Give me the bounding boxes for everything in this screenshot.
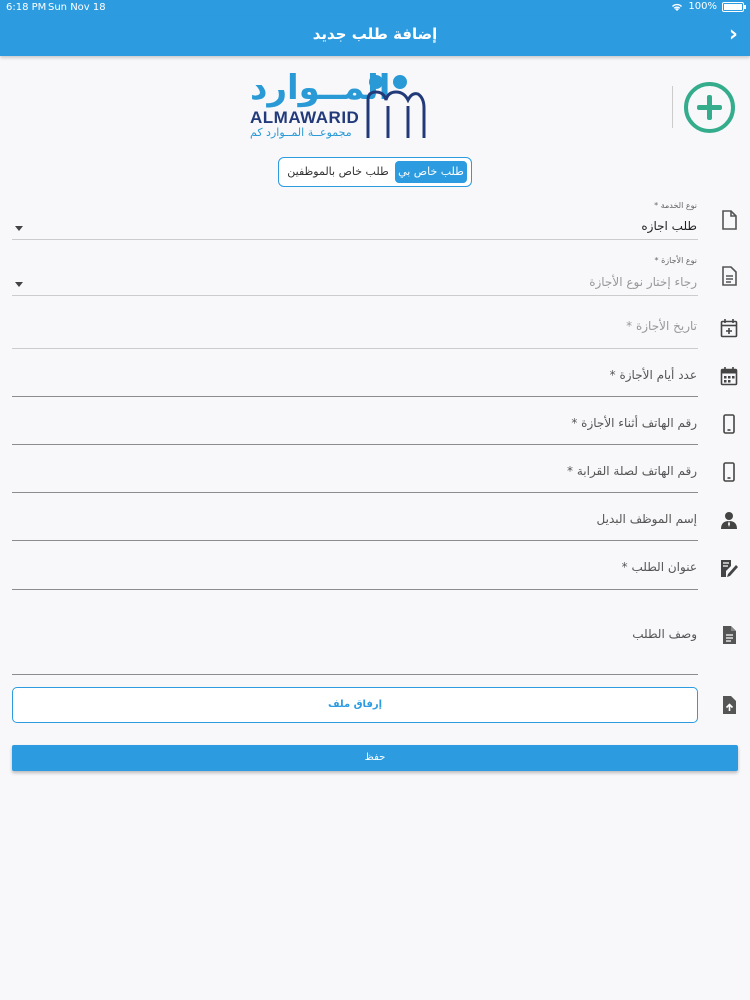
document-lines-icon (720, 266, 738, 286)
almawarid-logo: المــوارد ALMAWARID مجموعــة المــوارد ك… (250, 68, 430, 143)
request-title-underline (12, 589, 698, 590)
wifi-icon (672, 3, 683, 11)
logo-english-text: ALMAWARID (250, 108, 360, 127)
calendar-plus-icon[interactable] (720, 318, 738, 338)
leave-date-input[interactable]: تاريخ الأجازة * (626, 319, 697, 333)
service-type-underline (12, 239, 698, 240)
service-type-label: نوع الخدمة * (654, 201, 697, 210)
leave-type-underline (12, 295, 698, 296)
substitute-employee-input[interactable]: إسم الموظف البديل (597, 512, 697, 526)
file-upload-icon (720, 695, 738, 715)
document-icon (720, 210, 738, 230)
dropdown-caret-icon[interactable] (15, 226, 23, 231)
calendar-icon (720, 366, 738, 386)
status-time: 6:18 PM (6, 2, 47, 13)
save-button[interactable]: حفظ (12, 745, 738, 771)
battery-level (724, 3, 742, 10)
attach-file-button[interactable]: إرفاق ملف (12, 687, 698, 723)
battery-percent: 100% (688, 1, 717, 12)
status-bar: 6:18 PM Sun Nov 18 100% (0, 0, 750, 16)
chevron-right-icon[interactable]: › (729, 22, 738, 48)
substitute-underline (12, 540, 698, 541)
plus-circle-icon[interactable] (684, 82, 735, 133)
phone-icon (720, 414, 738, 434)
phone-during-leave-input[interactable]: رقم الهاتف أثناء الأجازة * (571, 416, 697, 430)
request-title-input[interactable]: عنوان الطلب * (622, 560, 697, 574)
leave-type-select[interactable]: رجاء إختار نوع الأجازة (589, 275, 697, 289)
logo-people-icon (366, 75, 426, 138)
description-underline (12, 674, 698, 675)
leave-date-underline (12, 348, 698, 349)
segment-employees-request[interactable]: طلب خاص بالموظفين (285, 161, 391, 183)
nav-bar: إضافة طلب جديد › (0, 16, 750, 56)
logo-subtitle: مجموعــة المــوارد كم (250, 126, 352, 139)
leave-days-input[interactable]: عدد أيام الأجازة * (610, 368, 697, 382)
header-divider (672, 86, 673, 128)
relative-phone-underline (12, 492, 698, 493)
relative-phone-input[interactable]: رقم الهاتف لصلة القرابة * (567, 464, 697, 478)
page-title: إضافة طلب جديد (312, 25, 438, 43)
phone-icon (720, 462, 738, 482)
status-right: 100% (671, 1, 746, 12)
segment-my-request[interactable]: طلب خاص بي (395, 161, 467, 183)
description-input[interactable]: وصف الطلب (632, 627, 697, 641)
leave-type-label: نوع الأجازة * (654, 256, 697, 265)
leave-days-underline (12, 396, 698, 397)
dropdown-caret-icon[interactable] (15, 282, 23, 287)
battery-icon (722, 1, 746, 12)
service-type-select[interactable]: طلب اجازه (641, 219, 697, 233)
status-date: Sun Nov 18 (48, 2, 106, 13)
request-type-segment: طلب خاص بي طلب خاص بالموظفين (278, 157, 472, 187)
phone-during-leave-underline (12, 444, 698, 445)
person-icon (720, 510, 738, 530)
description-icon (720, 625, 738, 645)
edit-document-icon (720, 558, 738, 578)
